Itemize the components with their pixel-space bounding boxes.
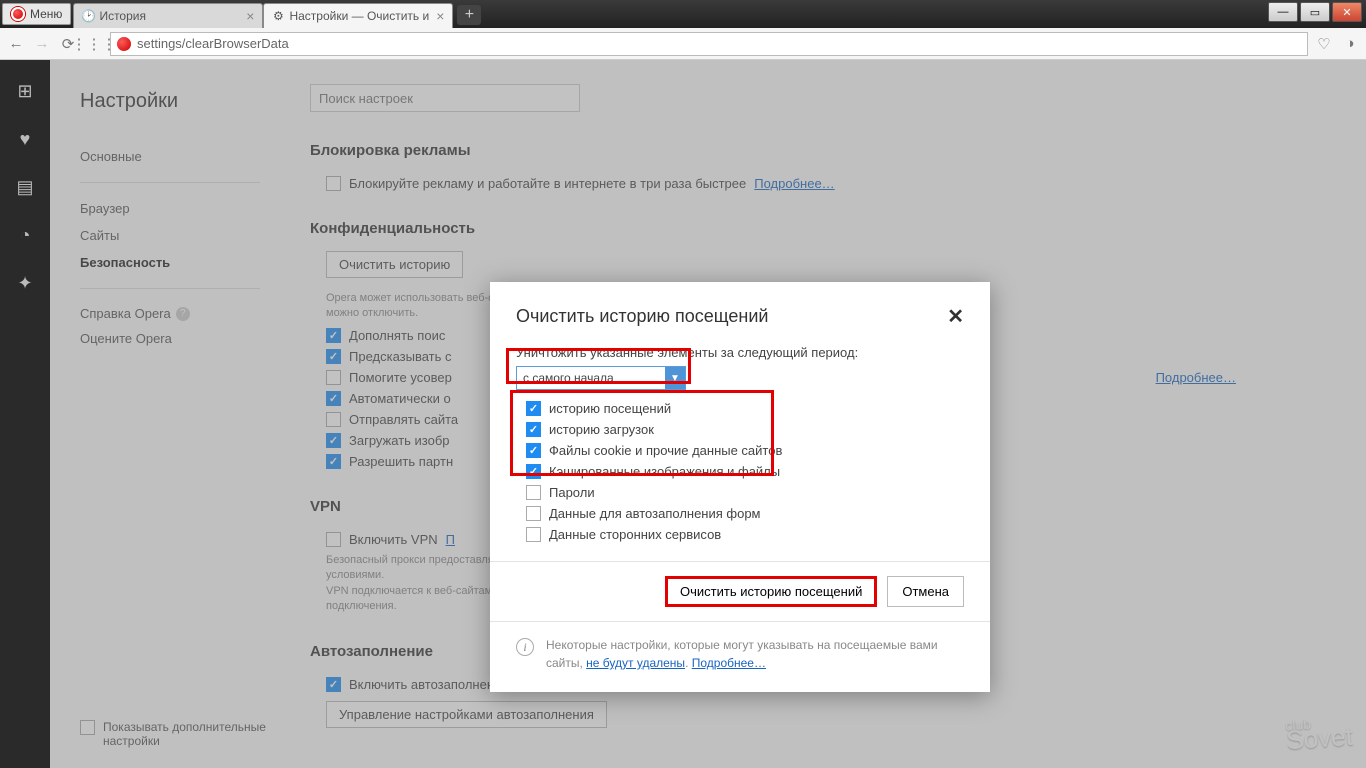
heart-icon[interactable]: ♥ xyxy=(14,128,36,150)
time-range-select[interactable]: с самого начала ▼ xyxy=(516,366,686,390)
forward-icon[interactable]: → xyxy=(32,34,52,54)
opera-icon xyxy=(117,37,131,51)
clear-data-dialog: Очистить историю посещений ✕ Уничтожить … xyxy=(490,282,990,692)
minimize-button[interactable]: — xyxy=(1268,2,1298,22)
tab-strip: Меню 🕑 История × ⚙ Настройки — Очистить … xyxy=(0,0,1264,28)
chevron-down-icon: ▼ xyxy=(665,367,685,389)
info-icon: i xyxy=(516,638,534,656)
heart-icon[interactable]: ♡ xyxy=(1314,34,1334,54)
news-icon[interactable]: ▤ xyxy=(14,176,36,198)
new-tab-button[interactable]: + xyxy=(457,5,481,25)
dialog-prompt: Уничтожить указанные элементы за следующ… xyxy=(516,345,964,360)
cancel-button[interactable]: Отмена xyxy=(887,576,964,607)
grid-icon[interactable]: ⊞ xyxy=(14,80,36,102)
close-icon[interactable]: × xyxy=(436,8,444,24)
opera-menu-button[interactable]: Меню xyxy=(2,3,71,25)
clock-icon[interactable]: ◔ xyxy=(14,224,36,246)
maximize-button[interactable]: ▭ xyxy=(1300,2,1330,22)
window-controls: — ▭ ✕ xyxy=(1268,2,1362,26)
opera-icon xyxy=(11,7,25,21)
close-icon[interactable]: × xyxy=(246,8,254,24)
gear-icon: ⚙ xyxy=(272,10,284,22)
dialog-title: Очистить историю посещений xyxy=(516,306,947,327)
close-icon[interactable]: ✕ xyxy=(947,304,964,329)
address-bar[interactable]: settings/clearBrowserData xyxy=(110,32,1308,56)
extensions-icon[interactable]: ✦ xyxy=(14,272,36,294)
title-bar: Меню 🕑 История × ⚙ Настройки — Очистить … xyxy=(0,0,1366,28)
tab-history[interactable]: 🕑 История × xyxy=(73,3,263,28)
tab-settings[interactable]: ⚙ Настройки — Очистить и × xyxy=(263,3,453,28)
clear-button[interactable]: Очистить историю посещений xyxy=(665,576,877,607)
close-window-button[interactable]: ✕ xyxy=(1332,2,1362,22)
nav-bar: ← → ⟳ ⋮⋮⋮ settings/clearBrowserData ♡ ◑ xyxy=(0,28,1366,60)
back-icon[interactable]: ← xyxy=(6,34,26,54)
menu-label: Меню xyxy=(30,7,62,21)
speed-dial-icon[interactable]: ⋮⋮⋮ xyxy=(84,34,104,54)
shield-icon[interactable]: ◑ xyxy=(1340,34,1360,54)
history-icon: 🕑 xyxy=(82,10,94,22)
side-panel: ⊞ ♥ ▤ ◔ ✦ xyxy=(0,60,50,768)
